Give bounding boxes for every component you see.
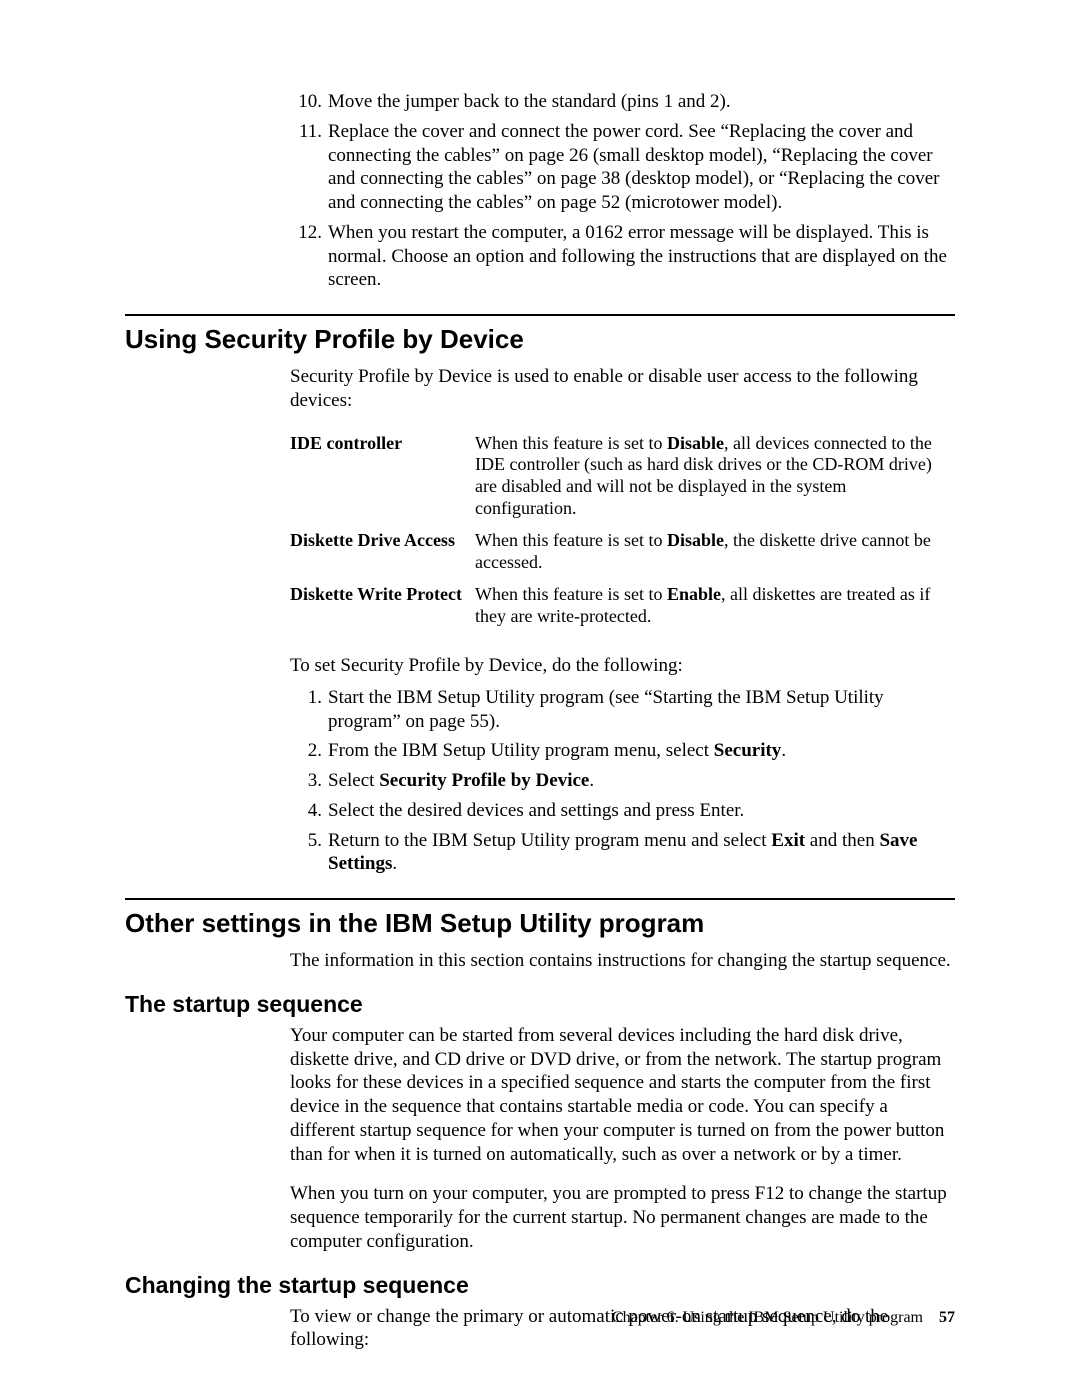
list-item: 1. Start the IBM Setup Utility program (… [290, 686, 955, 734]
list-item: 2. From the IBM Setup Utility program me… [290, 739, 955, 763]
list-number: 10. [290, 90, 328, 114]
list-number: 4. [290, 799, 328, 823]
document-page: 10. Move the jumper back to the standard… [0, 0, 1080, 1397]
intro-paragraph: The information in this section contains… [290, 949, 955, 973]
list-number: 5. [290, 829, 328, 877]
device-definitions-table: IDE controller When this feature is set … [290, 429, 955, 635]
top-list-block: 10. Move the jumper back to the standard… [290, 90, 955, 292]
steps-intro: To set Security Profile by Device, do th… [290, 654, 955, 678]
table-row: Diskette Write Protect When this feature… [290, 580, 955, 634]
section2-body: The information in this section contains… [290, 949, 955, 973]
desc-bold: Disable [667, 433, 724, 453]
list-item: 3. Select Security Profile by Device. [290, 769, 955, 793]
desc-pre: When this feature is set to [475, 530, 667, 550]
list-text: When you restart the computer, a 0162 er… [328, 221, 955, 292]
list-text: Select the desired devices and settings … [328, 799, 955, 823]
term-cell: Diskette Drive Access [290, 526, 475, 580]
list-item: 5. Return to the IBM Setup Utility progr… [290, 829, 955, 877]
body-paragraph: When you turn on your computer, you are … [290, 1182, 955, 1253]
list-text: Move the jumper back to the standard (pi… [328, 90, 955, 114]
desc-pre: When this feature is set to [475, 433, 667, 453]
list-item: 4. Select the desired devices and settin… [290, 799, 955, 823]
list-number: 11. [290, 120, 328, 215]
section-heading-security-profile: Using Security Profile by Device [125, 324, 955, 355]
list-number: 1. [290, 686, 328, 734]
list-text: Replace the cover and connect the power … [328, 120, 955, 215]
list-text: Start the IBM Setup Utility program (see… [328, 686, 955, 734]
term-cell: IDE controller [290, 429, 475, 527]
list-number: 12. [290, 221, 328, 292]
steps-list: 1. Start the IBM Setup Utility program (… [290, 686, 955, 876]
list-number: 3. [290, 769, 328, 793]
table-row: Diskette Drive Access When this feature … [290, 526, 955, 580]
list-number: 2. [290, 739, 328, 763]
desc-cell: When this feature is set to Enable, all … [475, 580, 955, 634]
list-text: From the IBM Setup Utility program menu,… [328, 739, 955, 763]
list-item: 12. When you restart the computer, a 016… [290, 221, 955, 292]
footer-chapter: Chapter 6. Using the IBM Setup Utility p… [612, 1309, 923, 1326]
section-heading-other-settings: Other settings in the IBM Setup Utility … [125, 908, 955, 939]
intro-paragraph: Security Profile by Device is used to en… [290, 365, 955, 413]
section1-body: Security Profile by Device is used to en… [290, 365, 955, 876]
list-item: 11. Replace the cover and connect the po… [290, 120, 955, 215]
top-numbered-list: 10. Move the jumper back to the standard… [290, 90, 955, 292]
list-text: Select Security Profile by Device. [328, 769, 955, 793]
page-footer: Chapter 6. Using the IBM Setup Utility p… [612, 1309, 955, 1327]
desc-cell: When this feature is set to Disable, all… [475, 429, 955, 527]
desc-bold: Enable [667, 584, 721, 604]
subsection-body: Your computer can be started from severa… [290, 1024, 955, 1254]
list-item: 10. Move the jumper back to the standard… [290, 90, 955, 114]
subheading-startup-sequence: The startup sequence [125, 991, 955, 1018]
list-text: Return to the IBM Setup Utility program … [328, 829, 955, 877]
footer-page-number: 57 [939, 1309, 955, 1326]
body-paragraph: Your computer can be started from severa… [290, 1024, 955, 1167]
desc-pre: When this feature is set to [475, 584, 667, 604]
term-cell: Diskette Write Protect [290, 580, 475, 634]
subheading-changing-startup: Changing the startup sequence [125, 1272, 955, 1299]
section-rule [125, 314, 955, 316]
desc-bold: Disable [667, 530, 724, 550]
table-row: IDE controller When this feature is set … [290, 429, 955, 527]
desc-cell: When this feature is set to Disable, the… [475, 526, 955, 580]
section-rule [125, 898, 955, 900]
